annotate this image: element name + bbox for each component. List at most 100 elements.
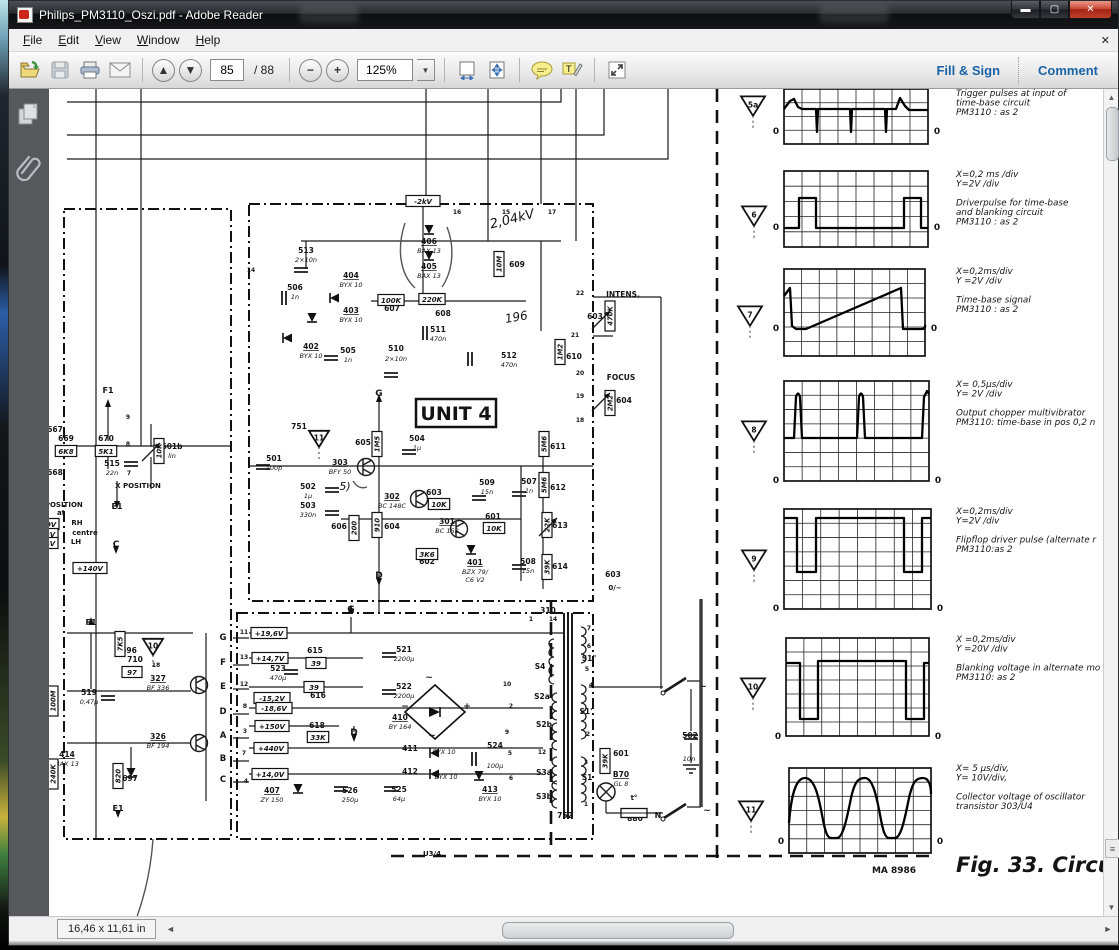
svg-text:14: 14: [549, 616, 557, 623]
svg-text:5a: 5a: [748, 101, 758, 110]
fit-page-button[interactable]: [484, 57, 510, 83]
svg-text:524: 524: [487, 741, 503, 750]
ard-symbol: [113, 546, 119, 554]
open-button[interactable]: [17, 57, 43, 83]
svg-text:S3a: S3a: [536, 768, 552, 777]
scroll-right-arrow-icon[interactable]: ►: [1100, 921, 1116, 938]
menubar-close-icon[interactable]: ✕: [1101, 34, 1110, 47]
comment-panel-button[interactable]: Comment: [1026, 63, 1110, 78]
scope-panel-9: 9 0 0 X=0,2ms/divY=2V /div Flipflop driver p…: [740, 507, 1097, 614]
svg-text:22: 22: [576, 290, 584, 297]
svg-text:470n: 470n: [501, 361, 518, 369]
email-button[interactable]: [107, 57, 133, 83]
save-button[interactable]: [47, 57, 73, 83]
pdf-page[interactable]: UNIT 4 513 2×10n 406 BAX 13 405 BAX 13 404 BYX 1…: [49, 89, 1105, 919]
svg-text:X=0,2ms/div: X=0,2ms/div: [955, 267, 1014, 277]
npn-symbol: [189, 675, 209, 695]
dio-symbol: [466, 545, 476, 555]
npn-symbol: [356, 457, 376, 477]
svg-text:PM3110:as 2: PM3110:as 2: [956, 545, 1013, 555]
sw-symbol: [660, 802, 687, 822]
svg-text:4V: 4V: [49, 540, 56, 548]
expand-arrows-icon: [608, 61, 626, 79]
svg-text:603: 603: [605, 570, 621, 579]
circuit-diagram: UNIT 45132×10n406BAX 13405BAX 13404BYX 1…: [49, 89, 1105, 919]
svg-text:+140V: +140V: [77, 565, 103, 573]
svg-text:INTENS.: INTENS.: [606, 290, 640, 299]
zoom-in-button[interactable]: +: [326, 58, 350, 82]
svg-text:C6 V2: C6 V2: [465, 576, 484, 584]
speech-bubble-icon: [531, 61, 553, 80]
svg-text:11: 11: [240, 629, 248, 636]
attachments-paperclip-icon[interactable]: [16, 153, 42, 183]
svg-text:100µ: 100µ: [487, 762, 504, 770]
scope-panel-5a: 5a 0 0 Trigger pulses at input oftime-base …: [739, 89, 1068, 145]
svg-text:-2kV: -2kV: [414, 198, 432, 206]
svg-text:0: 0: [773, 127, 779, 137]
vertical-scrollbar[interactable]: ▲ ≡ ▼: [1103, 89, 1119, 916]
svg-text:+150V: +150V: [259, 723, 285, 731]
horizontal-scroll-thumb[interactable]: [502, 921, 735, 939]
vertical-scroll-thumb[interactable]: [1106, 107, 1119, 161]
screen: Philips_PM3110_Oszi.pdf - Adobe Reader ▬…: [0, 0, 1119, 950]
svg-text:E: E: [220, 682, 226, 692]
scroll-left-arrow-icon[interactable]: ◄: [162, 921, 178, 938]
page-total-label: / 88: [254, 63, 275, 77]
open-folder-icon: [20, 60, 40, 78]
aru-symbol: [105, 399, 111, 407]
svg-text:10: 10: [748, 683, 758, 692]
print-button[interactable]: [77, 57, 103, 83]
svg-text:7: 7: [242, 750, 246, 757]
next-page-button[interactable]: ▼: [179, 58, 202, 82]
maximize-button[interactable]: ▢: [1040, 1, 1069, 19]
zoom-out-button[interactable]: −: [299, 58, 323, 82]
zoom-dropdown-button[interactable]: ▼: [417, 59, 436, 81]
svg-text:1M2: 1M2: [556, 344, 564, 360]
svg-text:F1: F1: [102, 386, 113, 395]
page-number-input[interactable]: [210, 59, 244, 81]
svg-text:601: 601: [613, 749, 629, 758]
page-thumbnails-icon[interactable]: [16, 101, 42, 127]
caph-symbol: [467, 352, 473, 366]
zoom-level-value[interactable]: 125%: [357, 59, 414, 81]
minimize-button[interactable]: ▬: [1011, 1, 1040, 19]
menu-item-window[interactable]: Window: [129, 31, 188, 49]
menu-item-edit[interactable]: Edit: [50, 31, 87, 49]
toolbar-dotted-separator: [1018, 57, 1020, 83]
svg-text:Trigger pulses at input of: Trigger pulses at input of: [956, 89, 1068, 99]
svg-text:504: 504: [409, 434, 425, 443]
fullscreen-button[interactable]: [604, 57, 630, 83]
scrollbar-split-button[interactable]: ≡: [1105, 839, 1119, 858]
menu-item-help[interactable]: Help: [188, 31, 229, 49]
capv-symbol: [325, 510, 339, 516]
svg-text:5: 5: [585, 666, 589, 673]
previous-page-button[interactable]: ▲: [152, 58, 175, 82]
svg-text:BYX 10: BYX 10: [339, 316, 362, 324]
close-button[interactable]: ✕: [1069, 1, 1112, 19]
menu-item-file[interactable]: File: [15, 31, 50, 49]
svg-text:ZY 150: ZY 150: [260, 796, 284, 804]
highlight-text-button[interactable]: T: [559, 57, 585, 83]
scope-panel-8: 8 0 0 X= 0,5µs/divY= 2V /div Output chopper …: [740, 380, 1095, 486]
scroll-down-arrow-icon[interactable]: ▼: [1105, 900, 1118, 915]
comment-bubble-button[interactable]: [529, 57, 555, 83]
svg-text:196: 196: [504, 308, 529, 326]
toolbar: ▲ ▼ / 88 − + 125% ▼ T: [9, 52, 1118, 89]
horizontal-scrollbar[interactable]: ◄ ►: [162, 920, 1116, 939]
scope-waveform-panels: 5a0 0Trigger pulses at input oftime-base …: [736, 89, 1105, 877]
svg-text:502: 502: [300, 482, 316, 491]
svg-text:10: 10: [503, 681, 511, 688]
scroll-up-arrow-icon[interactable]: ▲: [1105, 90, 1118, 105]
svg-text:7: 7: [127, 470, 131, 477]
svg-text:S2b: S2b: [536, 720, 553, 729]
title-bar[interactable]: Philips_PM3110_Oszi.pdf - Adobe Reader ▬…: [9, 1, 1118, 29]
svg-text:B: B: [220, 754, 226, 764]
svg-text:1: 1: [584, 801, 588, 808]
fit-width-button[interactable]: [454, 57, 480, 83]
svg-text:0V: 0V: [49, 521, 57, 529]
svg-text:0/~: 0/~: [608, 584, 621, 592]
svg-text:6: 6: [751, 211, 756, 220]
svg-text:615: 615: [307, 646, 323, 655]
menu-item-view[interactable]: View: [87, 31, 129, 49]
fill-sign-button[interactable]: Fill & Sign: [924, 63, 1012, 78]
